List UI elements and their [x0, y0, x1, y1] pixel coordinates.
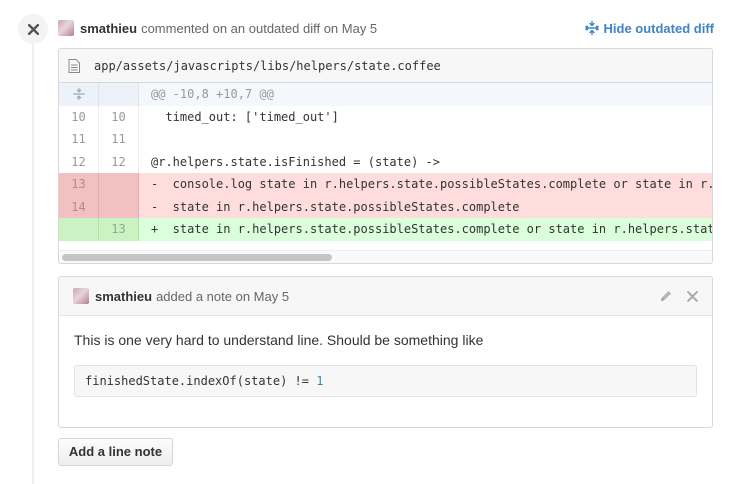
hide-outdated-diff-link[interactable]: Hide outdated diff	[584, 18, 715, 38]
comment-header: smathieu commented on an outdated diff o…	[58, 18, 377, 38]
unfold-icon	[584, 21, 599, 35]
diff-line-deletion: 13 - console.log state in r.helpers.stat…	[59, 173, 712, 196]
close-icon	[27, 23, 39, 35]
note-header: smathieu added a note on May 5	[59, 277, 712, 316]
diff-line: 12 12 @r.helpers.state.isFinished = (sta…	[59, 150, 712, 173]
hunk-header: @@ -10,8 +10,7 @@	[151, 87, 274, 101]
file-header: app/assets/javascripts/libs/helpers/stat…	[59, 49, 712, 83]
expand-hunk-button[interactable]	[59, 83, 99, 106]
new-line-number[interactable]: 11	[99, 128, 139, 151]
diff-line: 10 10 timed_out: ['timed_out']	[59, 105, 712, 128]
old-line-number[interactable]: 11	[59, 128, 99, 151]
note-body: This is one very hard to understand line…	[59, 316, 712, 397]
diff-file-box: app/assets/javascripts/libs/helpers/stat…	[58, 48, 713, 264]
note-actions	[645, 289, 698, 303]
new-line-number[interactable]: 12	[99, 150, 139, 173]
diff-line-deletion: 14 - state in r.helpers.state.possibleSt…	[59, 195, 712, 218]
close-icon[interactable]	[687, 290, 698, 302]
new-line-number[interactable]: 10	[99, 105, 139, 128]
old-line-number[interactable]: 13	[59, 173, 99, 196]
new-line-number[interactable]: 13	[99, 218, 139, 241]
line-note: smathieu added a note on May 5 This is o…	[58, 276, 713, 428]
diff-code: timed_out: ['timed_out']	[151, 109, 339, 124]
old-line-number[interactable]	[59, 218, 99, 241]
old-line-number[interactable]: 12	[59, 150, 99, 173]
hunk-line-number	[99, 83, 139, 106]
new-line-number[interactable]	[99, 173, 139, 196]
new-line-number[interactable]	[99, 195, 139, 218]
diff-code: - state in r.helpers.state.possibleState…	[139, 195, 712, 218]
note-code-text: finishedState.indexOf(state) !=	[85, 374, 317, 388]
file-icon	[68, 58, 80, 73]
old-line-number[interactable]: 14	[59, 195, 99, 218]
note-code-number: 1	[316, 374, 324, 388]
hide-outdated-diff-label: Hide outdated diff	[603, 20, 715, 36]
note-action: added a note on May 5	[156, 288, 290, 304]
comment-author[interactable]: smathieu	[80, 21, 137, 36]
comment-action: commented on an outdated diff on May 5	[141, 20, 378, 36]
diff-hunk-row: @@ -10,8 +10,7 @@	[59, 83, 712, 106]
note-author[interactable]: smathieu	[95, 289, 152, 304]
diff-code: + state in r.helpers.state.possibleState…	[139, 218, 712, 241]
pencil-icon[interactable]	[659, 289, 673, 303]
avatar	[58, 20, 74, 36]
diff-code: @r.helpers.state.isFinished = (state) ->	[151, 154, 440, 169]
scrollbar-thumb[interactable]	[62, 254, 332, 261]
unfold-icon	[72, 88, 85, 101]
timeline-line	[32, 40, 34, 484]
horizontal-scrollbar[interactable]	[59, 250, 712, 263]
diff-code: - console.log state in r.helpers.state.p…	[139, 173, 712, 196]
close-discussion-button[interactable]	[18, 14, 48, 44]
diff-code	[139, 128, 712, 151]
old-line-number[interactable]: 10	[59, 105, 99, 128]
file-path[interactable]: app/assets/javascripts/libs/helpers/stat…	[94, 59, 441, 73]
add-line-note-button[interactable]: Add a line note	[58, 438, 173, 466]
note-code-block: finishedState.indexOf(state) != 1	[74, 365, 697, 397]
note-text: This is one very hard to understand line…	[74, 332, 484, 348]
diff-line-addition: 13 + state in r.helpers.state.possibleSt…	[59, 218, 712, 241]
diff-line: 11 11	[59, 128, 712, 151]
avatar	[73, 288, 89, 304]
